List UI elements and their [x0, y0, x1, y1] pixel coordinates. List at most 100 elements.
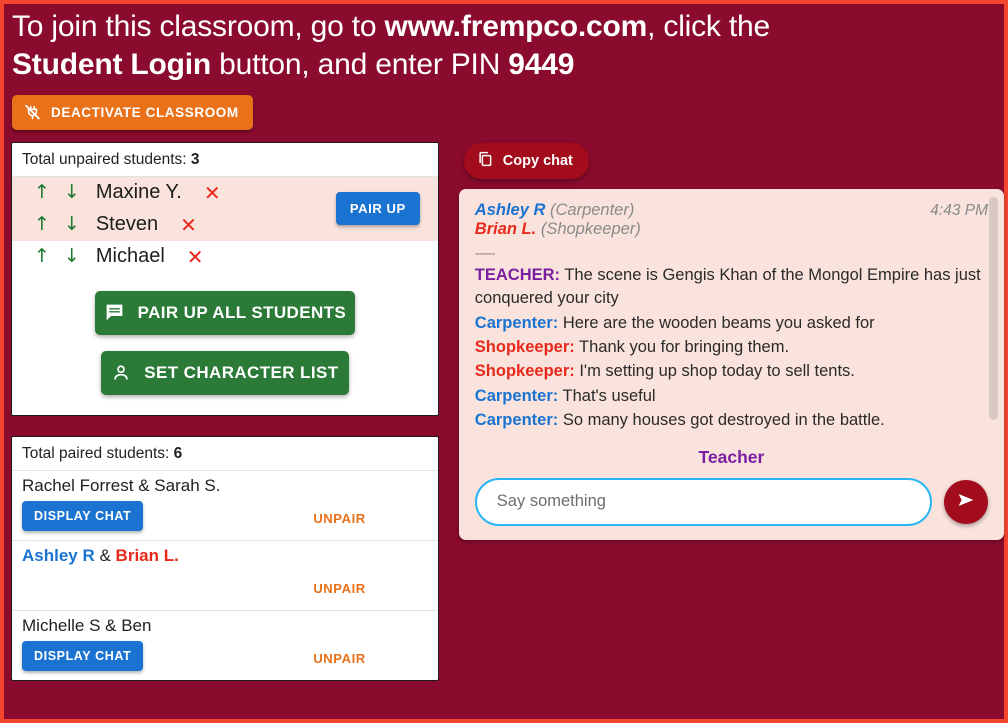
unpaired-student-name: Michael [95, 245, 165, 268]
remove-student-icon[interactable]: ✕ [180, 215, 197, 235]
participant-b-role: (Shopkeeper) [536, 219, 641, 238]
join-url: www.frempco.com [384, 10, 648, 43]
pair-actions [22, 571, 428, 601]
banner-line-2: Student Login button, and enter PIN 9449 [12, 46, 996, 84]
remove-student-icon[interactable]: ✕ [187, 247, 204, 267]
student-login-emphasis: Student Login [12, 48, 212, 82]
pair-actions: DISPLAY CHAT [22, 500, 428, 531]
send-message-button[interactable] [944, 479, 988, 524]
unpair-link[interactable]: UNPAIR [313, 651, 365, 666]
copy-chat-label: Copy chat [502, 152, 573, 169]
pair-up-button[interactable]: PAIR UP [335, 191, 420, 225]
remove-student-icon[interactable]: ✕ [204, 183, 221, 203]
send-icon [955, 489, 977, 514]
pair-up-all-students-label: PAIR UP ALL STUDENTS [137, 302, 347, 322]
pair-name-a: Michelle S [22, 615, 101, 635]
display-chat-button[interactable]: DISPLAY CHAT [22, 500, 144, 531]
paired-student-row: Michelle S & Ben DISPLAY CHAT UNPAIR [12, 611, 438, 680]
person-icon [111, 363, 131, 383]
banner-text-3: button, and enter PIN [211, 48, 509, 82]
bulk-actions: PAIR UP ALL STUDENTS SET CHARACTER LIST [12, 277, 438, 415]
unpaired-students-title: Total unpaired students: 3 [12, 143, 438, 177]
chat-message: Carpenter: So many houses got destroyed … [475, 409, 988, 432]
chat-message: Shopkeeper: Thank you for bringing them. [475, 336, 988, 359]
unpair-link[interactable]: UNPAIR [313, 511, 365, 526]
pair-name-separator: & [133, 475, 155, 495]
pair-name-a: Rachel Forrest [22, 475, 134, 495]
pair-names: Michelle S & Ben [22, 616, 428, 641]
power-off-icon [24, 104, 41, 121]
move-down-icon[interactable]: ↓ [64, 247, 80, 266]
pair-name-separator: & [100, 615, 122, 635]
paired-students-panel: Total paired students: 6 Rachel Forrest … [11, 435, 439, 681]
join-instructions-banner: To join this classroom, go to www.frempc… [4, 4, 1004, 87]
move-down-icon[interactable]: ↓ [64, 215, 80, 234]
unpair-link[interactable]: UNPAIR [313, 581, 365, 596]
classroom-pin: 9449 [508, 48, 575, 82]
chat-panel: Ashley R (Carpenter) 4:43 PM Brian L. (S… [458, 188, 1004, 540]
participant-a-name: Ashley R [474, 200, 546, 219]
move-up-icon[interactable]: ↑ [34, 215, 50, 234]
copy-chat-button[interactable]: Copy chat [463, 142, 589, 179]
unpaired-student-row[interactable]: ↑ ↓ Michael ✕ [12, 241, 438, 273]
unpaired-students-list: ↑ ↓ Maxine Y. ✕ ↑ ↓ Steven ✕ ↑ ↓ Michael ✕ PAIR UP [12, 176, 438, 277]
chat-message-input[interactable] [474, 477, 932, 526]
chat-message-text: That's useful [558, 386, 656, 405]
chat-message-speaker: Shopkeeper: [474, 362, 575, 381]
pair-names: Rachel Forrest & Sarah S. [22, 476, 428, 501]
paired-students-title: Total paired students: 6 [12, 437, 438, 471]
pair-names: Ashley R & Brian L. [22, 546, 428, 571]
chat-message-speaker: Shopkeeper: [474, 338, 575, 357]
banner-text-2: , click the [647, 10, 770, 43]
pair-name-b: Brian L. [115, 545, 179, 565]
unpaired-student-name: Maxine Y. [95, 181, 182, 204]
participant-b-name: Brian L. [474, 219, 537, 238]
chat-scrollbar-thumb[interactable] [989, 196, 998, 420]
chat-message-speaker: Carpenter: [474, 411, 559, 430]
set-character-list-label: SET CHARACTER LIST [144, 362, 339, 382]
unpaired-students-panel: Total unpaired students: 3 ↑ ↓ Maxine Y. ✕ ↑… [11, 141, 439, 416]
chat-separator: ----- [474, 244, 496, 262]
unpaired-student-name: Steven [95, 213, 159, 236]
chat-message: Carpenter: Here are the wooden beams you… [475, 312, 988, 335]
participant-a-role: (Carpenter) [545, 200, 635, 219]
paired-student-row: Ashley R & Brian L. UNPAIR [12, 541, 438, 611]
pair-up-all-students-button[interactable]: PAIR UP ALL STUDENTS [94, 290, 355, 335]
chat-messages: TEACHER: The scene is Gengis Khan of the… [475, 264, 988, 433]
pair-actions: DISPLAY CHAT [22, 640, 428, 671]
move-up-icon[interactable]: ↑ [34, 183, 50, 202]
chat-bubble-icon [104, 302, 125, 323]
chat-input-row [474, 477, 988, 526]
chat-participants-header: Ashley R (Carpenter) 4:43 PM [475, 201, 988, 220]
chat-scrollbar[interactable] [989, 196, 998, 420]
chat-message: Carpenter: That's useful [475, 385, 988, 408]
move-down-icon[interactable]: ↓ [64, 183, 80, 202]
move-up-icon[interactable]: ↑ [34, 247, 50, 266]
paired-students-list: Rachel Forrest & Sarah S. DISPLAY CHAT UNP… [12, 471, 438, 680]
deactivate-classroom-label: DEACTIVATE CLASSROOM [51, 104, 239, 120]
chat-message-speaker: Carpenter: [474, 313, 559, 332]
banner-text-1: To join this classroom, go to [12, 10, 385, 43]
unpaired-title-text: Total unpaired students: [22, 150, 191, 168]
chat-message-text: Thank you for bringing them. [574, 338, 790, 357]
pair-name-separator: & [94, 545, 116, 565]
deactivate-classroom-button[interactable]: DEACTIVATE CLASSROOM [12, 94, 253, 130]
display-chat-button[interactable]: DISPLAY CHAT [22, 640, 144, 671]
chat-message-text: Here are the wooden beams you asked for [558, 313, 875, 332]
left-column: Total unpaired students: 3 ↑ ↓ Maxine Y. ✕ ↑… [11, 141, 439, 681]
main-content: Total unpaired students: 3 ↑ ↓ Maxine Y. ✕ ↑… [4, 130, 1004, 681]
copy-icon [476, 150, 494, 172]
pair-name-a: Ashley R [22, 545, 95, 565]
deactivate-toolbar: DEACTIVATE CLASSROOM [4, 87, 1004, 130]
chat-message-speaker: TEACHER: [474, 265, 561, 284]
pair-name-b: Ben [121, 615, 152, 635]
pair-name-b: Sarah S. [154, 475, 221, 495]
chat-message-speaker: Carpenter: [474, 386, 559, 405]
paired-student-row: Rachel Forrest & Sarah S. DISPLAY CHAT UNP… [12, 471, 438, 541]
chat-message: Shopkeeper: I'm setting up shop today to… [475, 360, 988, 383]
chat-message-text: So many houses got destroyed in the batt… [558, 411, 885, 430]
participant-b: Brian L. (Shopkeeper) [475, 220, 988, 239]
paired-count: 6 [173, 444, 183, 462]
set-character-list-button[interactable]: SET CHARACTER LIST [100, 350, 349, 395]
teacher-role-label: Teacher [698, 446, 765, 467]
